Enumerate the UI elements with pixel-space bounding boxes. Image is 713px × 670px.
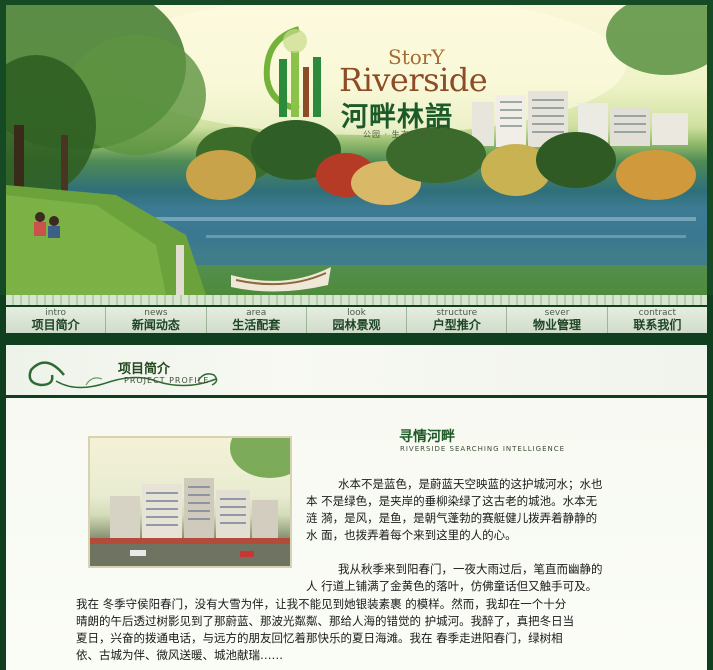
nav-item-contract[interactable]: contract 联系我们 xyxy=(608,307,707,333)
nav-item-label: 项目简介 xyxy=(31,318,80,332)
logo-mark-icon xyxy=(263,26,321,117)
nav-item-label: 户型推介 xyxy=(432,318,481,332)
nav-item-label: 新闻动态 xyxy=(131,318,180,332)
banner: StorY Riverside 河畔林語 公园 · 生态 · 家 xyxy=(0,0,713,295)
section-title: 项目简介 xyxy=(118,362,171,377)
section-title-en: PROJECT PROFILE xyxy=(124,376,210,385)
nav-item-structure[interactable]: structure 户型推介 xyxy=(407,307,508,333)
building-illustration xyxy=(90,438,290,566)
logo-tagline: 公园 · 生态 · 家 xyxy=(363,130,430,139)
article-paragraph-line: 水本不是蓝色，是蔚蓝天空映蓝的这护城河水；水也 xyxy=(338,477,603,491)
nav-item-en-label: look xyxy=(347,308,366,318)
article-paragraph-line: 涟 漪，是风，是鱼，是朝气蓬勃的赛艇健儿拨弄着静静的 xyxy=(306,511,598,525)
nav-item-en-label: area xyxy=(246,308,267,318)
nav-item-label: 物业管理 xyxy=(533,318,582,332)
article-paragraph-line: 水 面，也拨弄着每个来到这里的人的心。 xyxy=(306,528,517,542)
article-paragraph-line: 我在 冬季守侯阳春门，没有大雪为伴，让我不能见到她银装素裹 的模样。然而，我却在… xyxy=(76,597,567,611)
logo-english-name: Riverside xyxy=(339,61,488,99)
nav-item-en-label: structure xyxy=(436,308,478,318)
nav-item-news[interactable]: news 新闻动态 xyxy=(106,307,207,333)
article-title-en: RIVERSIDE SEARCHING INTELLIGENCE xyxy=(400,445,566,453)
nav-item-label: 联系我们 xyxy=(633,318,682,332)
nav-item-label: 园林景观 xyxy=(332,318,381,332)
article-title: 寻情河畔 xyxy=(399,429,455,445)
nav-item-en-label: intro xyxy=(45,308,67,318)
article-paragraph-line: 我从秋季来到阳春门，一夜大雨过后，笔直而幽静的 xyxy=(338,562,603,576)
nav-item-look[interactable]: look 园林景观 xyxy=(307,307,408,333)
section-header: 项目简介 PROJECT PROFILE xyxy=(6,345,707,395)
article-paragraph-line: 夏日，兴奋的拨通电话，与远方的朋友回忆着那快乐的夏日海滩。我在 春季走进阳春门，… xyxy=(76,631,563,645)
brand-logo[interactable]: StorY Riverside 河畔林語 公园 · 生态 · 家 xyxy=(259,19,488,139)
nav-item-en-label: news xyxy=(144,308,168,318)
main-navigation: intro 项目简介 news 新闻动态 area 生活配套 look 园林景观… xyxy=(0,295,713,343)
nav-item-en-label: contract xyxy=(638,308,677,318)
main-content: 寻情河畔 RIVERSIDE SEARCHING INTELLIGENCE 水本… xyxy=(6,398,707,670)
nav-decorative-border xyxy=(6,295,707,305)
nav-bar: intro 项目简介 news 新闻动态 area 生活配套 look 园林景观… xyxy=(6,307,707,333)
article-paragraph-line: 晴朗的午后透过树影见到了那蔚蓝、那波光粼粼、那给人海的错觉的 护城河。我醉了，真… xyxy=(76,614,575,628)
nav-item-intro[interactable]: intro 项目简介 xyxy=(6,307,107,333)
nav-item-label: 生活配套 xyxy=(232,318,281,332)
project-building-photo xyxy=(88,436,292,568)
nav-item-area[interactable]: area 生活配套 xyxy=(207,307,307,333)
article-paragraph-line: 本 不是绿色，是夹岸的垂柳染绿了这古老的城池。水本无 xyxy=(306,494,598,508)
nav-item-sever[interactable]: sever 物业管理 xyxy=(507,307,608,333)
nav-item-en-label: sever xyxy=(544,308,570,318)
article-paragraph-line: 人 行道上铺满了金黄色的落叶，仿佛童话但又触手可及。 xyxy=(306,579,598,593)
article-paragraph-line: 依、古城为伴、微风送暖、城池献瑞…… xyxy=(76,648,283,662)
